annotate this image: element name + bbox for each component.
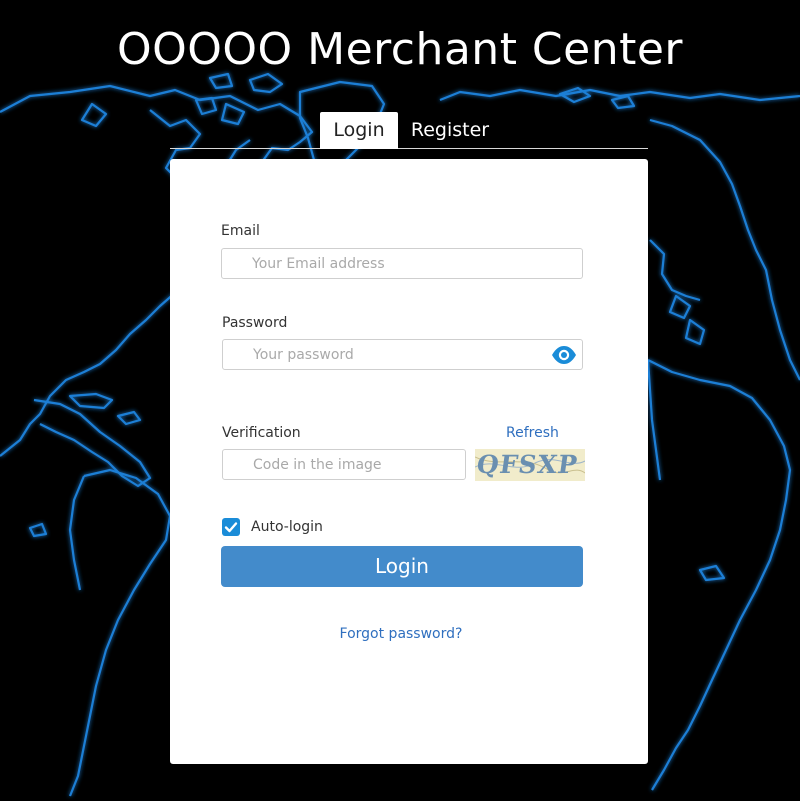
forgot-password-link[interactable]: Forgot password?	[170, 626, 632, 642]
password-label: Password	[222, 315, 288, 331]
email-input[interactable]	[222, 249, 582, 278]
page-title: OOOOO Merchant Center	[116, 24, 684, 75]
eye-icon[interactable]	[551, 344, 577, 366]
password-field[interactable]	[222, 339, 583, 370]
auto-login-checkbox[interactable]	[222, 518, 240, 536]
auto-login-label: Auto-login	[251, 519, 323, 535]
login-card: Email Password Verification Refresh QFSX…	[170, 159, 648, 764]
tab-register[interactable]: Register	[406, 112, 494, 149]
verification-field[interactable]	[222, 449, 466, 480]
password-input[interactable]	[223, 340, 582, 369]
verification-label: Verification	[222, 425, 301, 441]
email-field[interactable]	[221, 248, 583, 279]
refresh-captcha-link[interactable]: Refresh	[506, 425, 559, 441]
login-button[interactable]: Login	[221, 546, 583, 587]
tab-bar: Login Register	[170, 112, 648, 149]
checkmark-icon	[224, 522, 238, 533]
email-label: Email	[221, 223, 260, 239]
tab-login[interactable]: Login	[320, 112, 398, 149]
verification-input[interactable]	[223, 450, 465, 479]
captcha-text: QFSXP	[475, 450, 580, 479]
captcha-image[interactable]: QFSXP	[475, 449, 585, 481]
